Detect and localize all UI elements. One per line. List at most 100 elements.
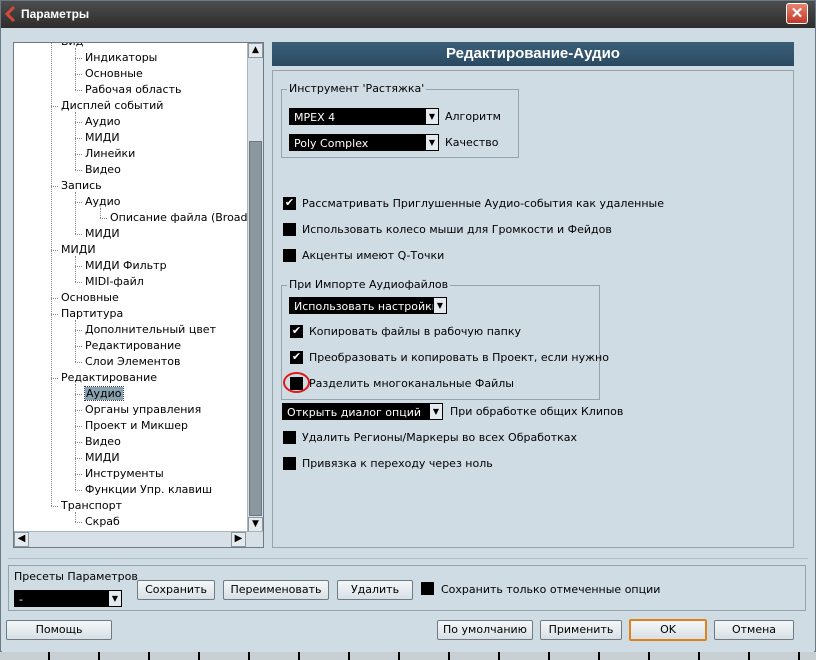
- scroll-down-icon[interactable]: ▼: [248, 517, 263, 532]
- tree-item[interactable]: Функции Упр. клавиш: [85, 482, 212, 498]
- tree-item-label: Видео: [85, 435, 121, 448]
- tree-connector: [75, 154, 82, 155]
- tree-connector: [51, 106, 58, 107]
- tree-item-label: Запись: [61, 179, 102, 192]
- save-marked-only-label: Сохранить только отмеченные опции: [441, 583, 661, 596]
- title-bar[interactable]: Параметры ✕: [1, 1, 815, 28]
- tree-item[interactable]: МИДИ: [61, 242, 96, 258]
- preferences-window: Параметры ✕ ВидИндикаторы Основные Рабочая…: [0, 0, 816, 652]
- mouse-wheel-label: Использовать колесо мыши для Громкости и…: [302, 223, 612, 236]
- quality-select[interactable]: Poly Complex ▼: [289, 134, 439, 151]
- import-mode-select[interactable]: Использовать настройки ▼: [289, 297, 447, 314]
- tree-connector: [75, 362, 82, 363]
- tree-item[interactable]: Дисплей событий: [61, 98, 163, 114]
- tree-item[interactable]: МИДИ: [85, 226, 120, 242]
- tree-vertical-scrollbar[interactable]: ▲ ▼: [247, 43, 263, 532]
- tree-item[interactable]: Аудио: [84, 386, 124, 402]
- tree-item[interactable]: Видео: [85, 434, 121, 450]
- import-group-legend: При Импорте Аудиофайлов: [287, 278, 451, 291]
- tree-connector: [100, 218, 107, 219]
- tree-item-label: МИДИ Фильтр: [85, 259, 167, 272]
- window-title: Параметры: [21, 7, 90, 21]
- tree-item[interactable]: Описание файла (Broadcast): [110, 210, 248, 226]
- copy-files-checkbox[interactable]: ✔: [290, 325, 303, 338]
- remove-regions-checkbox[interactable]: [283, 431, 296, 444]
- tree-item[interactable]: MIDI-файл: [85, 274, 144, 290]
- mouse-wheel-checkbox[interactable]: [283, 223, 296, 236]
- tree-item[interactable]: Индикаторы: [85, 50, 157, 66]
- tree-connector: [75, 192, 76, 234]
- algorithm-select[interactable]: MPEX 4 ▼: [289, 108, 439, 125]
- tree-item[interactable]: МИДИ: [85, 130, 120, 146]
- tree-item[interactable]: Дополнительный цвет: [85, 322, 216, 338]
- algorithm-value: MPEX 4: [294, 111, 336, 124]
- tree-connector: [75, 490, 82, 491]
- tree-connector: [100, 208, 101, 218]
- save-marked-only-checkbox[interactable]: [421, 582, 434, 595]
- preset-select[interactable]: - ▼: [14, 590, 122, 607]
- tree-item-label: МИДИ: [85, 131, 120, 144]
- checkmark-icon: ✔: [291, 350, 302, 363]
- page-title: Редактирование-Аудио: [272, 42, 794, 66]
- tree-item[interactable]: Проект и Микшер: [85, 418, 188, 434]
- tree-item[interactable]: Аудио: [85, 194, 121, 210]
- snap-zero-label: Привязка к переходу через ноль: [302, 457, 493, 470]
- tree-item[interactable]: Органы управления: [85, 402, 201, 418]
- tree-horizontal-scrollbar[interactable]: ◀ ▶: [14, 531, 263, 547]
- settings-tree[interactable]: ВидИндикаторы Основные Рабочая область Дисп…: [13, 42, 264, 548]
- tree-item[interactable]: Видео: [85, 162, 121, 178]
- tree-item[interactable]: Слои Элементов: [85, 354, 180, 370]
- treat-muted-label: Рассматривать Приглушенные Аудио-события…: [302, 197, 664, 210]
- tree-item[interactable]: Рабочая область: [85, 82, 181, 98]
- tree-item-label: Дисплей событий: [61, 99, 164, 112]
- delete-preset-button[interactable]: Удалить: [337, 580, 413, 600]
- tree-item-label: Рабочая область: [85, 83, 182, 96]
- rename-preset-button[interactable]: Переименовать: [223, 580, 329, 600]
- tree-item-label: Проект и Микшер: [85, 419, 189, 432]
- tree-item-label: Индикаторы: [85, 51, 158, 64]
- tree-item[interactable]: МИДИ: [85, 450, 120, 466]
- import-mode-value: Использовать настройки: [294, 300, 439, 313]
- tree-connector: [75, 512, 76, 522]
- apply-button[interactable]: Применить: [540, 620, 622, 640]
- close-button[interactable]: ✕: [786, 3, 808, 24]
- tree-item-label: МИДИ: [85, 451, 120, 464]
- tree-connector: [75, 442, 82, 443]
- convert-copy-checkbox[interactable]: ✔: [290, 351, 303, 364]
- tree-connector: [75, 346, 82, 347]
- cancel-button[interactable]: Отмена: [714, 620, 794, 640]
- scroll-left-icon[interactable]: ◀: [14, 532, 29, 547]
- scroll-up-icon[interactable]: ▲: [248, 43, 263, 58]
- tree-item[interactable]: Линейки: [85, 146, 135, 162]
- snap-zero-checkbox[interactable]: [283, 457, 296, 470]
- ok-button[interactable]: OK: [629, 619, 707, 641]
- cubase-logo-icon: [4, 6, 16, 22]
- tree-item[interactable]: Транспорт: [61, 498, 122, 514]
- tree-item[interactable]: Вид: [61, 43, 83, 50]
- clip-processing-select[interactable]: Открыть диалог опций ▼: [282, 403, 443, 420]
- tree-item[interactable]: Редактирование: [85, 338, 181, 354]
- help-button[interactable]: Помощь: [6, 620, 112, 640]
- tree-item-label: Инструменты: [85, 467, 164, 480]
- tree-item[interactable]: Скраб: [85, 514, 120, 530]
- tree-connector: [75, 266, 82, 267]
- tree-connector: [75, 330, 82, 331]
- hitpoints-checkbox[interactable]: [283, 249, 296, 262]
- save-preset-button[interactable]: Сохранить: [137, 580, 215, 600]
- tree-item[interactable]: Аудио: [85, 114, 121, 130]
- tree-item[interactable]: МИДИ Фильтр: [85, 258, 167, 274]
- tree-connector: [51, 186, 58, 187]
- tree-item[interactable]: Инструменты: [85, 466, 164, 482]
- scroll-right-icon[interactable]: ▶: [231, 532, 246, 547]
- scroll-thumb[interactable]: [249, 141, 262, 516]
- tree-item[interactable]: Основные: [61, 290, 119, 306]
- tree-item[interactable]: Партитура: [61, 306, 123, 322]
- treat-muted-checkbox[interactable]: ✔: [283, 197, 296, 210]
- tree-item-label: Скраб: [85, 515, 120, 528]
- tree-item[interactable]: Основные: [85, 66, 143, 82]
- defaults-button[interactable]: По умолчанию: [437, 620, 533, 640]
- tree-item-label: Аудио: [85, 195, 121, 208]
- tree-item[interactable]: Запись: [61, 178, 102, 194]
- tree-item-label: Редактирование: [85, 339, 181, 352]
- tree-item-label: МИДИ: [85, 227, 120, 240]
